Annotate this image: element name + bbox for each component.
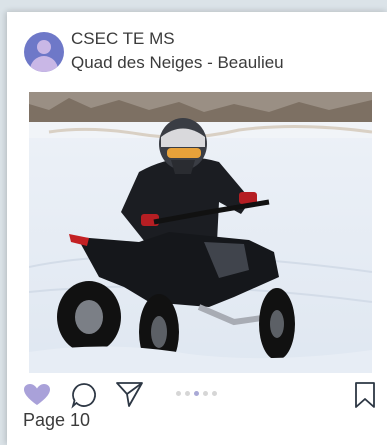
carousel-dot-active[interactable] <box>194 391 199 396</box>
avatar-head <box>37 40 51 54</box>
avatar-body <box>30 56 58 72</box>
action-bar <box>7 380 387 410</box>
carousel-dot[interactable] <box>185 391 190 396</box>
post-location[interactable]: Quad des Neiges - Beaulieu <box>71 52 284 74</box>
post-username[interactable]: CSEC TE MS <box>71 29 175 49</box>
bookmark-icon[interactable] <box>353 381 377 414</box>
quad-snow-image <box>29 92 372 373</box>
page-number: Page 10 <box>23 410 91 430</box>
carousel-dot[interactable] <box>203 391 208 396</box>
post-card: CSEC TE MS Quad des Neiges - Beaulieu Pa… <box>7 12 387 445</box>
carousel-dot[interactable] <box>176 391 181 396</box>
avatar[interactable] <box>24 32 64 72</box>
share-icon[interactable] <box>115 380 145 413</box>
heart-icon[interactable] <box>23 383 51 412</box>
carousel-indicator[interactable] <box>176 391 217 396</box>
carousel-dot[interactable] <box>212 391 217 396</box>
post-photo[interactable] <box>29 92 372 373</box>
